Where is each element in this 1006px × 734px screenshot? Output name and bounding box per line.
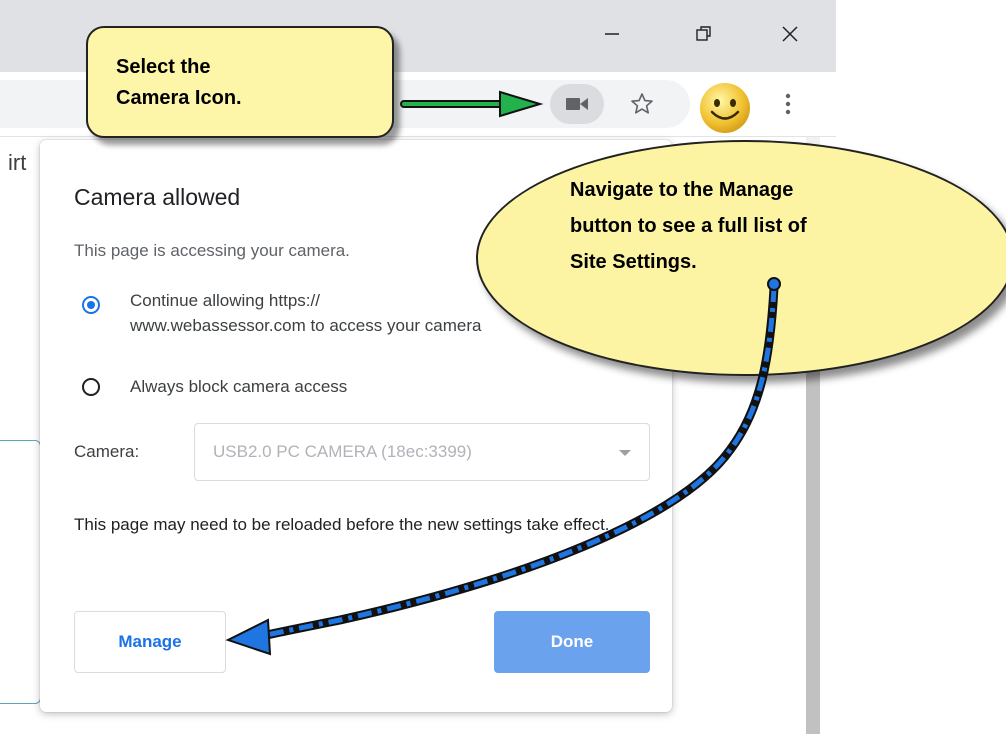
blue-dashed-arrow — [225, 277, 781, 656]
annotation-arrows — [225, 90, 781, 656]
arrow-origin-dot — [767, 277, 781, 291]
green-arrow — [400, 90, 544, 118]
screenshot-stage: irt Camera allowed This page is accessin… — [0, 0, 1006, 734]
